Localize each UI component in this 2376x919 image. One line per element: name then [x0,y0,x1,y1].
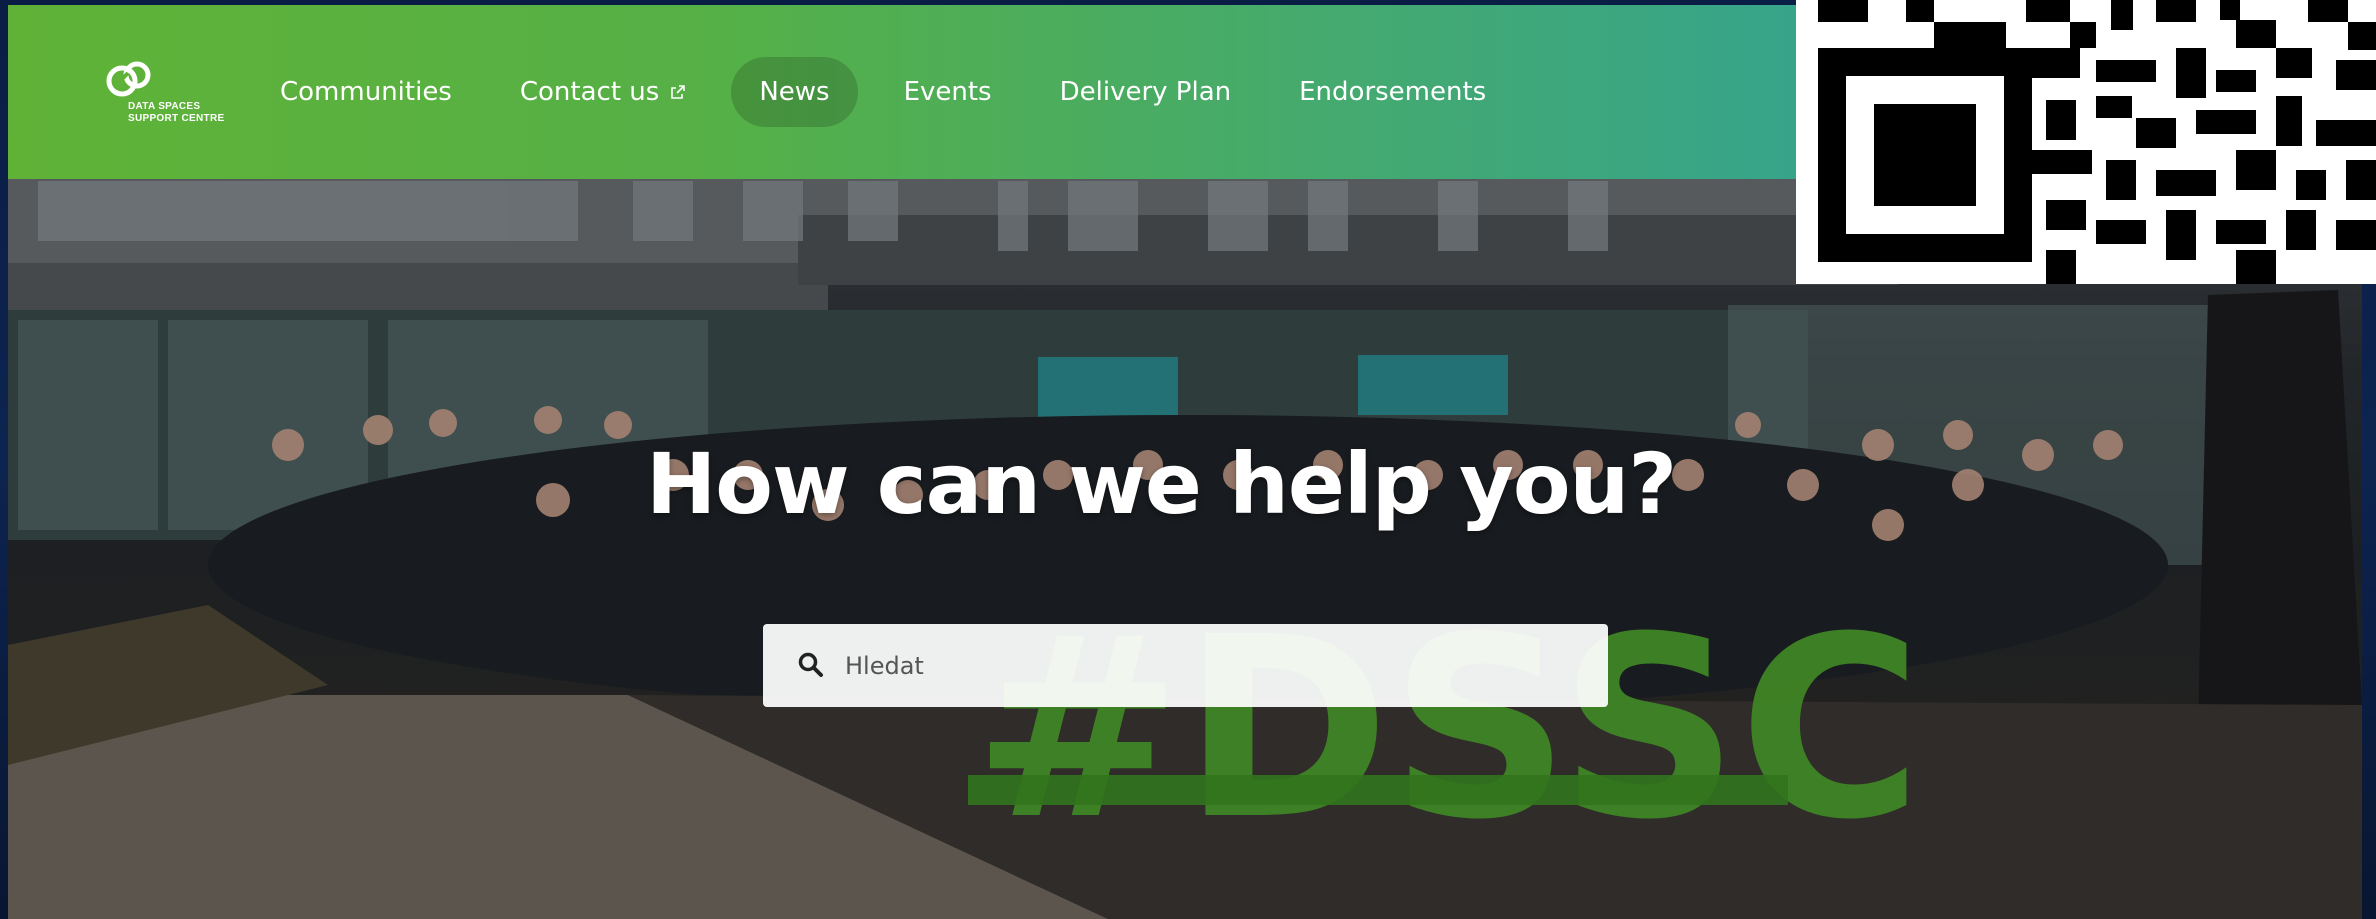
hero-title: How can we help you? [8,435,2362,533]
nav-label: Delivery Plan [1059,77,1232,107]
nav-item-events[interactable]: Events [882,57,1014,127]
main-nav: Communities Contact us News Events Deliv… [258,57,1532,127]
site-header: DATA SPACES SUPPORT CENTRE Communities C… [8,5,1796,179]
search-box [763,624,1608,707]
nav-label: Events [903,77,992,107]
nav-item-contact-us[interactable]: Contact us [498,57,707,127]
nav-item-endorsements[interactable]: Endorsements [1277,57,1508,127]
hero-title-text: How can we help you? [645,435,1677,533]
external-link-icon [671,85,686,99]
qr-code [1796,0,2376,284]
logo-text: DATA SPACES SUPPORT CENTRE [128,101,238,125]
logo-text-line2: SUPPORT CENTRE [128,113,225,124]
logo-text-line1: DATA SPACES [128,101,201,112]
dssc-logo-icon [106,61,151,97]
nav-item-delivery-plan[interactable]: Delivery Plan [1038,57,1254,127]
nav-label: Endorsements [1299,77,1487,107]
nav-label: Contact us [519,77,660,107]
search-input[interactable] [845,624,1585,707]
qr-code-pattern [1796,0,2376,284]
nav-item-communities[interactable]: Communities [258,57,474,127]
site-logo[interactable]: DATA SPACES SUPPORT CENTRE [104,61,224,131]
nav-item-news[interactable]: News [731,57,858,127]
search-icon[interactable] [797,651,825,679]
nav-label: News [759,77,830,107]
nav-label: Communities [280,77,452,107]
browser-frame: #DSSC DATA SPACES SUPPORT CENTRE Communi… [0,0,2376,919]
